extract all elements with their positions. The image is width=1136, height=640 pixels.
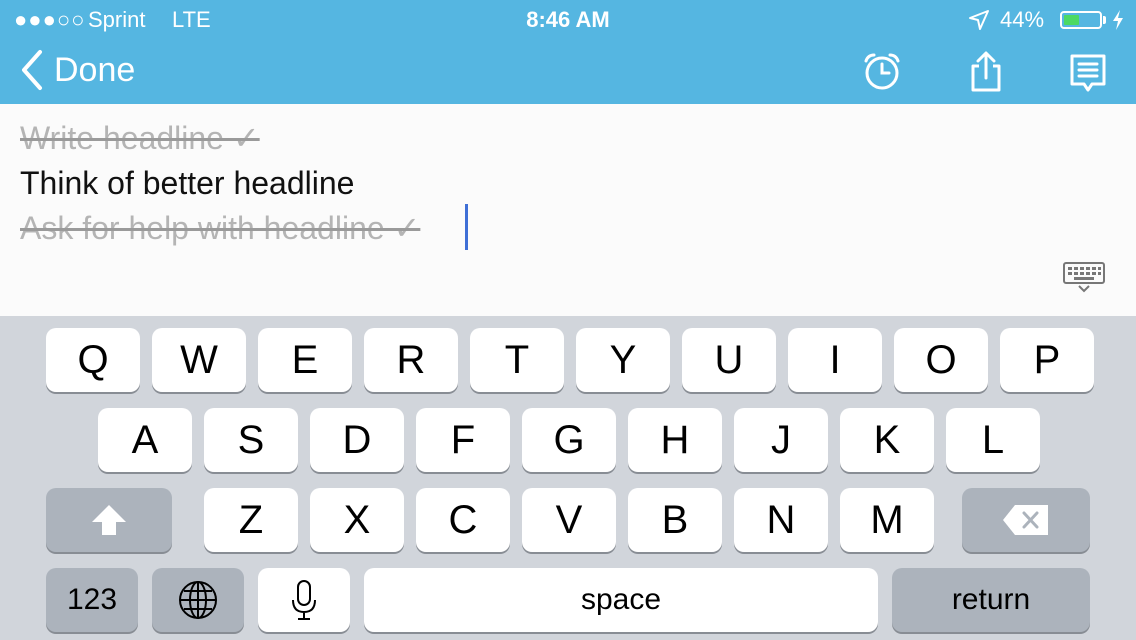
key-a[interactable]: A [98,408,192,472]
key-f[interactable]: F [416,408,510,472]
task-line-completed[interactable]: Write headline ✓ [20,116,260,160]
globe-icon [179,581,217,619]
key-l[interactable]: L [946,408,1040,472]
key-e[interactable]: E [258,328,352,392]
delete-icon [1003,505,1048,535]
key-y[interactable]: Y [576,328,670,392]
space-key[interactable]: space [364,568,878,632]
key-q[interactable]: Q [46,328,140,392]
done-label: Done [54,51,136,89]
key-t[interactable]: T [470,328,564,392]
key-r[interactable]: R [364,328,458,392]
shift-key[interactable] [46,488,172,552]
location-arrow-icon [969,10,989,30]
battery-tip [1103,16,1106,24]
numbers-key[interactable]: 123 [46,568,138,632]
key-c[interactable]: C [416,488,510,552]
navigation-bar: ●●●○○ Sprint LTE 8:46 AM 44% Done [0,0,1136,104]
key-d[interactable]: D [310,408,404,472]
keyboard: QWERTYUIOP ASDFGHJKL ZXCVBNM 123 space r… [0,316,1136,640]
key-z[interactable]: Z [204,488,298,552]
key-o[interactable]: O [894,328,988,392]
chevron-left-icon [22,50,42,90]
dictation-key[interactable] [258,568,350,632]
task-line-active[interactable]: Think of better headline [20,161,354,205]
key-g[interactable]: G [522,408,616,472]
key-j[interactable]: J [734,408,828,472]
key-k[interactable]: K [840,408,934,472]
status-time: 8:46 AM [526,7,610,32]
microphone-icon [292,580,316,620]
key-p[interactable]: P [1000,328,1094,392]
shift-icon [92,505,126,535]
key-w[interactable]: W [152,328,246,392]
keyboard-dismiss-icon[interactable] [1060,260,1108,294]
key-s[interactable]: S [204,408,298,472]
alarm-icon[interactable] [860,50,904,94]
done-button[interactable]: Done [18,48,135,92]
key-v[interactable]: V [522,488,616,552]
bolt-icon [1113,10,1123,30]
battery-level-fill [1064,15,1079,25]
battery-icon [1060,11,1102,29]
battery-percent: 44% [1000,7,1045,32]
key-h[interactable]: H [628,408,722,472]
text-cursor [465,204,468,250]
key-m[interactable]: M [840,488,934,552]
task-line-completed[interactable]: Ask for help with headline ✓ [20,206,420,250]
return-key[interactable]: return [892,568,1090,632]
note-editor[interactable]: Write headline ✓ Think of better headlin… [0,104,1136,316]
status-bar: ●●●○○ Sprint LTE 8:46 AM 44% [0,0,1136,40]
globe-key[interactable] [152,568,244,632]
key-u[interactable]: U [682,328,776,392]
notes-list-icon[interactable] [1066,50,1110,94]
key-x[interactable]: X [310,488,404,552]
delete-key[interactable] [962,488,1090,552]
share-icon[interactable] [964,50,1008,94]
key-b[interactable]: B [628,488,722,552]
key-n[interactable]: N [734,488,828,552]
key-i[interactable]: I [788,328,882,392]
